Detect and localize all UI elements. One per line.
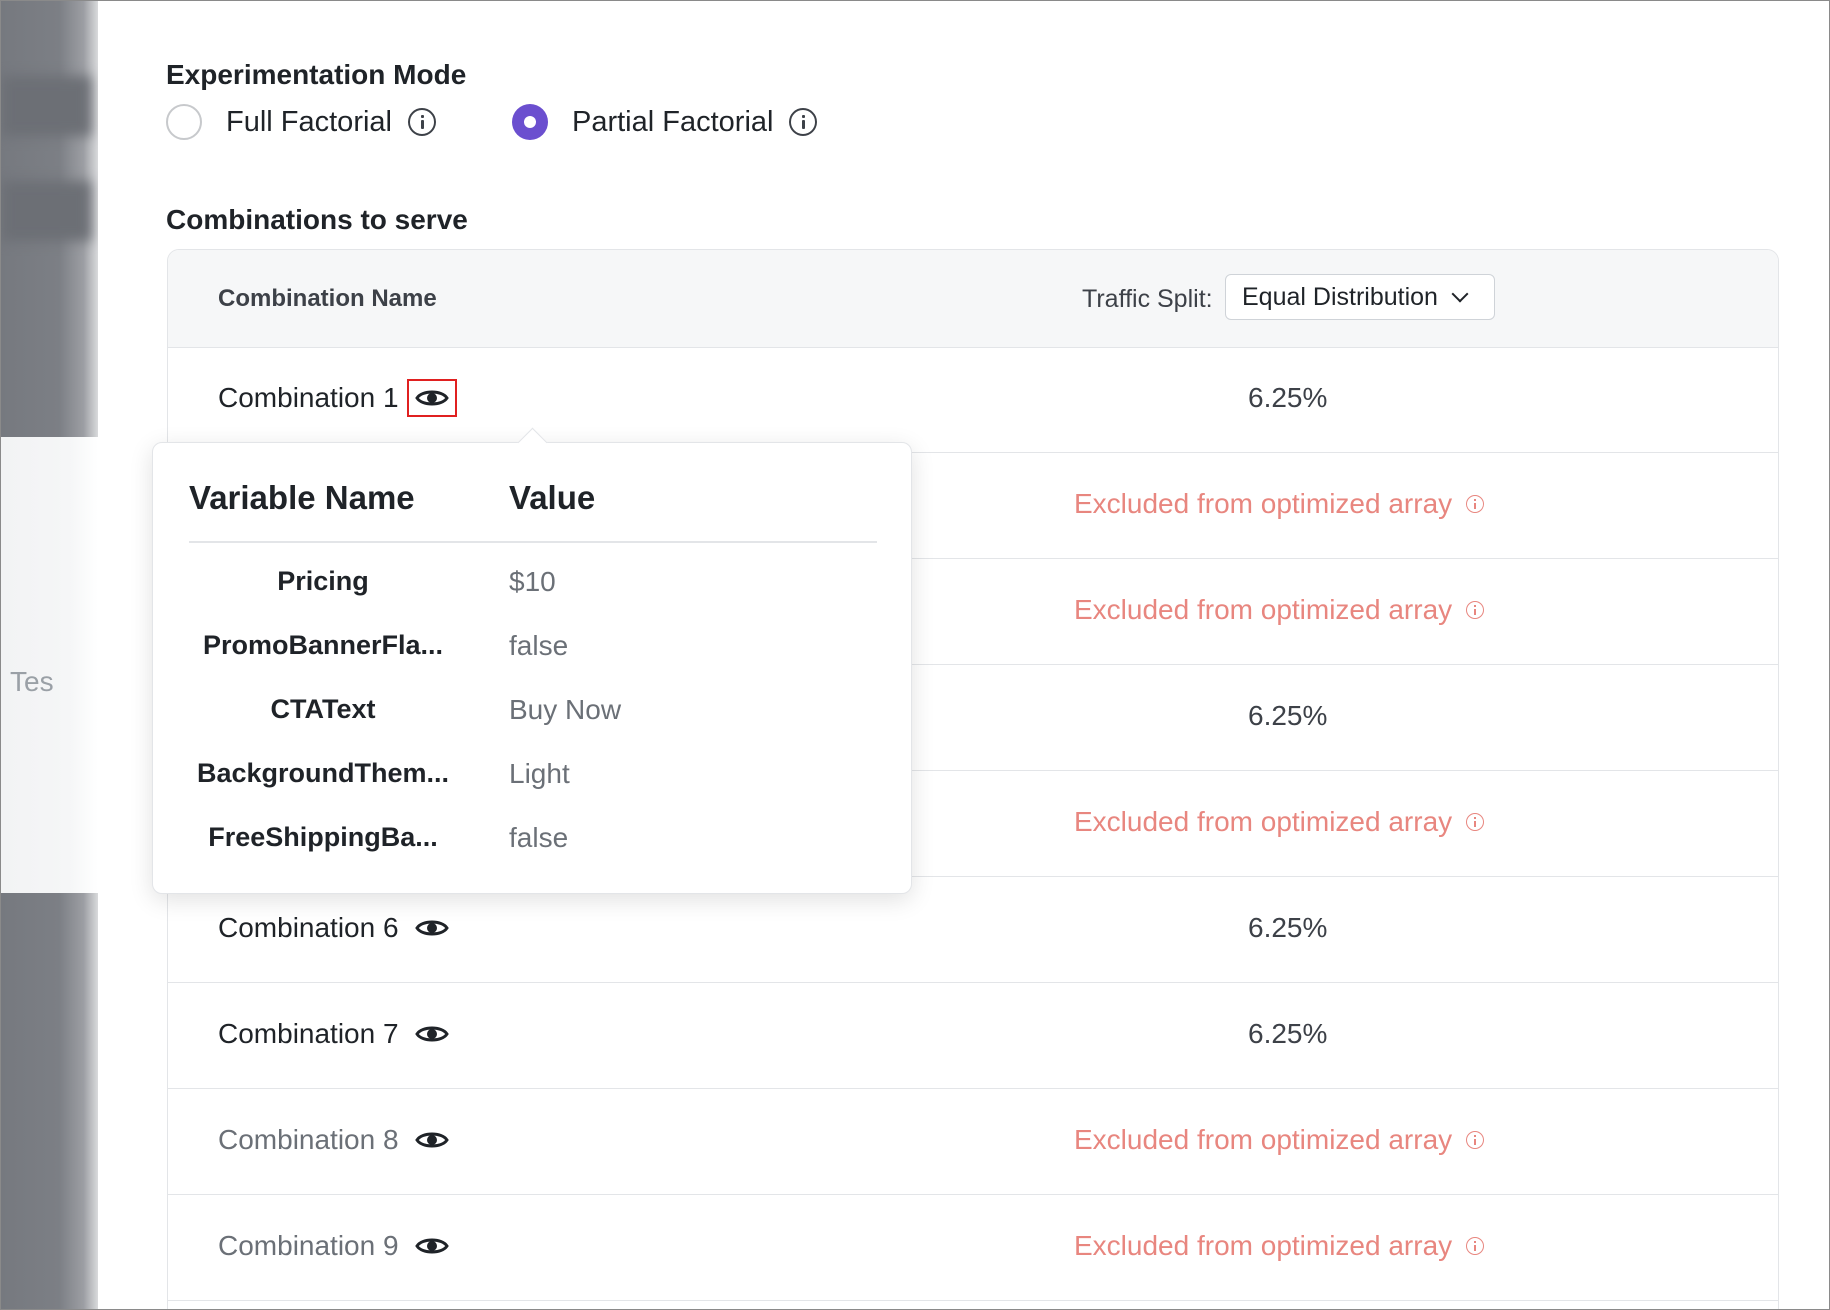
main-panel: Experimentation Mode Full Factorial Part… bbox=[98, 1, 1829, 1309]
traffic-percentage: 6.25% bbox=[1248, 912, 1328, 943]
full-factorial-radio[interactable] bbox=[166, 104, 202, 140]
info-icon[interactable] bbox=[408, 108, 436, 136]
info-icon[interactable] bbox=[1466, 813, 1485, 831]
variable-value: Light bbox=[509, 758, 570, 789]
popover-divider bbox=[189, 541, 877, 543]
partial-factorial-radio[interactable] bbox=[512, 104, 548, 140]
excluded-status-text: Excluded from optimized array bbox=[1074, 806, 1453, 837]
full-factorial-label: Full Factorial bbox=[226, 105, 392, 138]
variable-name: PromoBannerFla... bbox=[202, 630, 444, 660]
experimentation-mode-title: Experimentation Mode bbox=[166, 59, 467, 90]
excluded-status: Excluded from optimized array bbox=[1074, 806, 1485, 838]
combination-name: Combination 7 bbox=[218, 1018, 449, 1050]
background-partial-text: Tes bbox=[10, 666, 54, 697]
combination-name-header: Combination Name bbox=[218, 285, 437, 312]
info-icon[interactable] bbox=[1466, 601, 1485, 619]
popover-row: CTAText Buy Now bbox=[153, 694, 911, 734]
combination-name: Combination 6 bbox=[218, 912, 449, 944]
mode-radio-group: Full Factorial Partial Factorial bbox=[166, 104, 893, 140]
table-row: Combination 7 6.25% bbox=[168, 983, 1778, 1089]
popover-row: BackgroundThem... Light bbox=[153, 758, 911, 798]
chevron-down-icon bbox=[1451, 285, 1469, 303]
combinations-title: Combinations to serve bbox=[166, 204, 468, 235]
full-factorial-option[interactable]: Full Factorial bbox=[166, 104, 436, 140]
traffic-split-label: Traffic Split: bbox=[1082, 285, 1213, 313]
info-icon[interactable] bbox=[1466, 495, 1485, 513]
excluded-status-text: Excluded from optimized array bbox=[1074, 594, 1453, 625]
table-row: Combination 9 Excluded from optimized arr… bbox=[168, 1195, 1778, 1301]
excluded-status-text: Excluded from optimized array bbox=[1074, 1124, 1453, 1155]
combination-name-text: Combination 1 bbox=[218, 382, 399, 413]
combination-name-text: Combination 9 bbox=[218, 1230, 399, 1261]
info-icon[interactable] bbox=[1466, 1237, 1485, 1255]
table-row: Combination 1 6.25% bbox=[168, 347, 1778, 453]
partial-factorial-option[interactable]: Partial Factorial bbox=[512, 104, 818, 140]
traffic-percentage: 6.25% bbox=[1248, 700, 1328, 731]
eye-icon[interactable] bbox=[414, 1129, 449, 1151]
popover-row: FreeShippingBa... false bbox=[153, 822, 911, 862]
eye-icon[interactable] bbox=[414, 1023, 449, 1045]
excluded-status: Excluded from optimized array bbox=[1074, 1124, 1485, 1156]
excluded-status-text: Excluded from optimized array bbox=[1074, 1230, 1453, 1261]
variable-name: CTAText bbox=[270, 694, 376, 724]
info-icon[interactable] bbox=[789, 108, 818, 136]
popover-variable-name-header: Variable Name bbox=[189, 479, 415, 516]
traffic-split-dropdown[interactable]: Equal Distribution bbox=[1225, 274, 1495, 320]
variable-name: Pricing bbox=[277, 566, 369, 596]
excluded-status-text: Excluded from optimized array bbox=[1074, 488, 1453, 519]
traffic-split-value: Equal Distribution bbox=[1242, 282, 1438, 311]
app-frame: Tes Experimentation Mode Full Factorial … bbox=[0, 0, 1830, 1310]
variable-value: $10 bbox=[509, 566, 556, 597]
variable-name: BackgroundThem... bbox=[196, 758, 450, 788]
combination-name-text: Combination 8 bbox=[218, 1124, 399, 1155]
combination-name-text: Combination 7 bbox=[218, 1018, 399, 1049]
table-header: Combination Name Traffic Split: Equal Di… bbox=[168, 250, 1778, 348]
variable-name: FreeShippingBa... bbox=[208, 822, 438, 852]
excluded-status: Excluded from optimized array bbox=[1074, 1230, 1485, 1262]
combination-variables-popover: Variable Name Value Pricing $10 PromoBanne… bbox=[152, 442, 912, 894]
partial-factorial-label: Partial Factorial bbox=[572, 105, 774, 138]
eye-icon[interactable] bbox=[414, 917, 449, 939]
combination-name: Combination 1 bbox=[218, 379, 457, 417]
popover-value-header: Value bbox=[509, 479, 596, 516]
table-row: Combination 8 Excluded from optimized arr… bbox=[168, 1089, 1778, 1195]
variable-value: Buy Now bbox=[509, 694, 622, 725]
popover-row: Pricing $10 bbox=[153, 566, 911, 606]
variable-value: false bbox=[509, 630, 569, 661]
excluded-status: Excluded from optimized array bbox=[1074, 488, 1485, 520]
combination-name: Combination 8 bbox=[218, 1124, 449, 1156]
variable-value: false bbox=[509, 822, 569, 853]
info-icon[interactable] bbox=[1466, 1131, 1485, 1149]
traffic-percentage: 6.25% bbox=[1248, 382, 1328, 413]
excluded-status: Excluded from optimized array bbox=[1074, 594, 1485, 626]
combination-name: Combination 9 bbox=[218, 1230, 449, 1262]
eye-icon[interactable] bbox=[406, 379, 457, 417]
eye-icon[interactable] bbox=[414, 1235, 449, 1257]
background-overlay: Tes bbox=[1, 1, 98, 1309]
traffic-percentage: 6.25% bbox=[1248, 1018, 1328, 1049]
combination-name-text: Combination 6 bbox=[218, 912, 399, 943]
popover-row: PromoBannerFla... false bbox=[153, 630, 911, 670]
